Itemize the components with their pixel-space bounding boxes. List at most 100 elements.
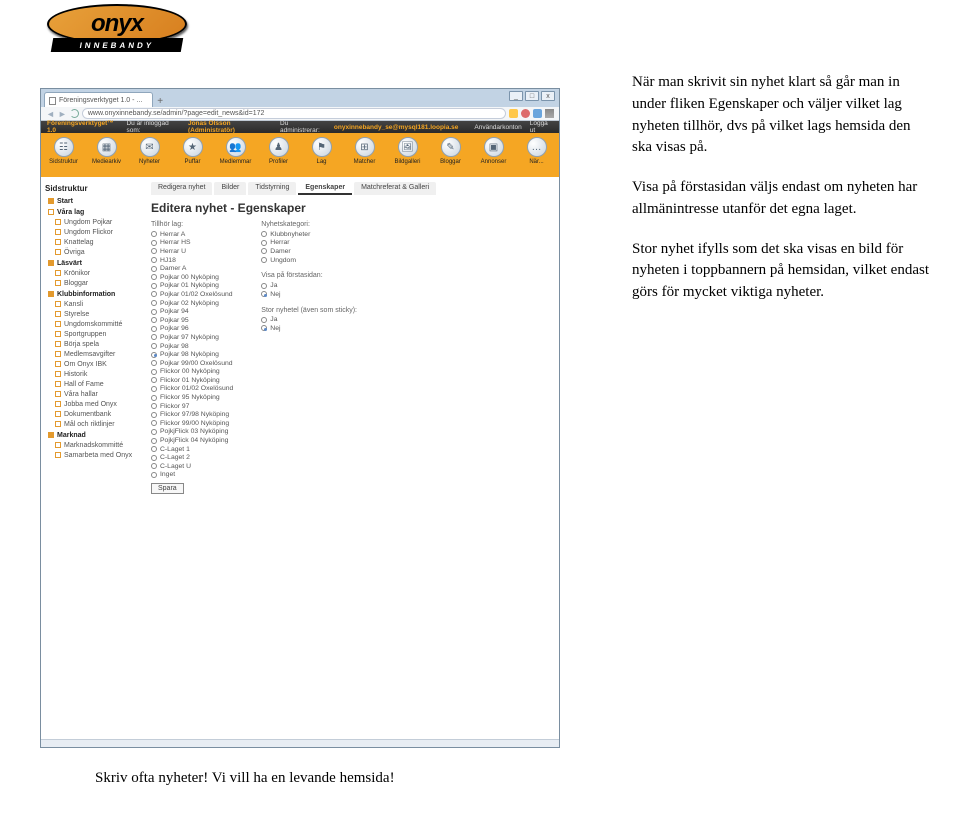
close-button[interactable]: x [541,91,555,101]
tab-strip: Föreningsverktyget 1.0 - ... + _ □ x [41,89,559,107]
url-input[interactable]: www.onyxinnebandy.se/admin/?page=edit_ne… [82,108,506,119]
radio-option[interactable]: Flickor 99/00 Nyköping [151,419,233,428]
sidebar-item[interactable]: Krönikor [45,268,143,278]
sidebar-item[interactable]: Knattelag [45,237,143,247]
sidebar-item[interactable]: Historik [45,369,143,379]
radio-option[interactable]: PojkjFlick 04 Nyköping [151,436,233,445]
radio-option[interactable]: Flickor 97 [151,402,233,411]
nav-item-sidstruktur[interactable]: ☷Sidstruktur [47,137,80,165]
new-tab-icon[interactable]: + [157,96,163,107]
radio-option[interactable]: HJ18 [151,256,233,265]
nav-item-när...[interactable]: …När... [520,137,553,165]
radio-option[interactable]: Pojkar 96 [151,325,233,334]
nav-item-mediearkiv[interactable]: ▦Mediearkiv [90,137,123,165]
sidebar-item[interactable]: Hall of Fame [45,379,143,389]
radio-option[interactable]: Pojkar 94 [151,307,233,316]
sidebar-group-läsvärt[interactable]: Läsvärt [45,257,143,268]
extension2-icon[interactable] [533,109,542,118]
nav-item-puffar[interactable]: ★Puffar [176,137,209,165]
radio-option[interactable]: C-Laget 1 [151,445,233,454]
nav-item-medlemmar[interactable]: 👥Medlemmar [219,137,252,165]
sidebar-group-marknad[interactable]: Marknad [45,429,143,440]
tab-matchreferat-galleri[interactable]: Matchreferat & Galleri [354,182,436,195]
logout-link[interactable]: Logga ut [530,120,553,134]
radio-option[interactable]: Flickor 00 Nyköping [151,368,233,377]
radio-option[interactable]: Pojkar 98 Nyköping [151,350,233,359]
browser-tab[interactable]: Föreningsverktyget 1.0 - ... [44,92,153,107]
nav-item-bildgalleri[interactable]: 🖼Bildgalleri [391,137,424,165]
radio-option[interactable]: Pojkar 01 Nyköping [151,282,233,291]
instruction-p1: När man skrivit sin nyhet klart så går m… [632,72,932,159]
bookmark-icon[interactable] [509,109,518,118]
user-accounts-link[interactable]: Användarkonton [474,124,521,131]
radio-option[interactable]: Nej [261,324,357,333]
radio-option[interactable]: Flickor 01 Nyköping [151,376,233,385]
sidebar-item[interactable]: Börja spela [45,339,143,349]
tab-tidstyrning[interactable]: Tidstyrning [248,182,296,195]
radio-option[interactable]: Pojkar 01/02 Oxelösund [151,290,233,299]
sidebar-item[interactable]: Jobba med Onyx [45,399,143,409]
sidebar-item[interactable]: Dokumentbank [45,409,143,419]
sidebar-item[interactable]: Ungdom Pojkar [45,217,143,227]
radio-option[interactable]: Pojkar 02 Nyköping [151,299,233,308]
radio-option[interactable]: Herrar HS [151,239,233,248]
nav-item-nyheter[interactable]: ✉Nyheter [133,137,166,165]
sidebar-item[interactable]: Medlemsavgifter [45,349,143,359]
radio-option[interactable]: Inget [151,471,233,480]
sidebar-item[interactable]: Kansli [45,299,143,309]
minimize-button[interactable]: _ [509,91,523,101]
nav-item-profiler[interactable]: ♟Profiler [262,137,295,165]
radio-option[interactable]: Pojkar 98 [151,342,233,351]
sidebar-item[interactable]: Ungdom Flickor [45,227,143,237]
radio-option[interactable]: Damer [261,247,357,256]
sidebar-item[interactable]: Sportgruppen [45,329,143,339]
extension-icon[interactable] [521,109,530,118]
radio-option[interactable]: Pojkar 99/00 Oxelösund [151,359,233,368]
square-icon [55,249,61,255]
radio-option[interactable]: Herrar [261,239,357,248]
sidebar-item[interactable]: Styrelse [45,309,143,319]
radio-option[interactable]: Pojkar 00 Nyköping [151,273,233,282]
tab-egenskaper[interactable]: Egenskaper [298,182,352,195]
nav-item-annonser[interactable]: ▣Annonser [477,137,510,165]
nav-item-matcher[interactable]: ⊞Matcher [348,137,381,165]
sidebar-item[interactable]: Ungdomskommitté [45,319,143,329]
radio-option[interactable]: PojkjFlick 03 Nyköping [151,428,233,437]
sidebar-group-våra-lag[interactable]: Våra lag [45,206,143,217]
sidebar-item[interactable]: Om Onyx IBK [45,359,143,369]
save-button[interactable]: Spara [151,483,184,494]
radio-option[interactable]: Herrar A [151,230,233,239]
tab-bilder[interactable]: Bilder [214,182,246,195]
sidebar-item[interactable]: Mål och riktlinjer [45,419,143,429]
nav-label: Puffar [185,159,201,165]
radio-option[interactable]: Pojkar 95 [151,316,233,325]
wrench-icon[interactable] [545,109,554,118]
radio-option[interactable]: Flickor 95 Nyköping [151,393,233,402]
sidebar-group-klubbinformation[interactable]: Klubbinformation [45,288,143,299]
nav-item-bloggar[interactable]: ✎Bloggar [434,137,467,165]
radio-option[interactable]: Herrar U [151,247,233,256]
sidebar-item[interactable]: Våra hallar [45,389,143,399]
back-icon[interactable]: ◄ [46,109,55,119]
radio-option[interactable]: Flickor 01/02 Oxelösund [151,385,233,394]
reload-icon[interactable] [70,109,79,118]
tab-redigera-nyhet[interactable]: Redigera nyhet [151,182,212,195]
nav-item-lag[interactable]: ⚑Lag [305,137,338,165]
radio-option[interactable]: C-Laget U [151,462,233,471]
sidebar-group-start[interactable]: Start [45,195,143,206]
forward-icon[interactable]: ► [58,109,67,119]
sidebar-item[interactable]: Bloggar [45,278,143,288]
sidebar-item[interactable]: Övriga [45,247,143,257]
radio-option[interactable]: C-Laget 2 [151,453,233,462]
sidebar-item[interactable]: Samarbeta med Onyx [45,450,143,460]
sidebar-item[interactable]: Marknadskommitté [45,440,143,450]
radio-option[interactable]: Pojkar 97 Nyköping [151,333,233,342]
radio-option[interactable]: Damer A [151,264,233,273]
radio-option[interactable]: Nej [261,290,357,299]
radio-option[interactable]: Flickor 97/98 Nyköping [151,410,233,419]
radio-option[interactable]: Ja [261,281,357,290]
maximize-button[interactable]: □ [525,91,539,101]
radio-option[interactable]: Ja [261,316,357,325]
radio-option[interactable]: Ungdom [261,256,357,265]
radio-option[interactable]: Klubbnyheter [261,230,357,239]
